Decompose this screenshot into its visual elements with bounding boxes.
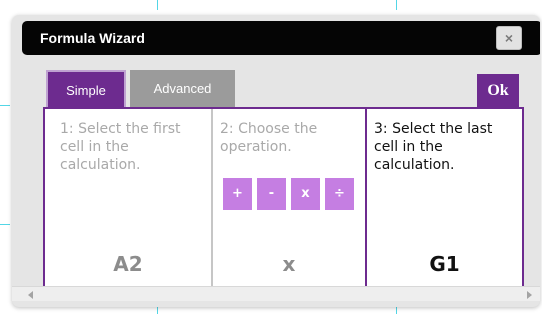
step-instruction: 2: Choose the operation. — [220, 121, 318, 155]
wizard-panel: 1: Select the first cell in the calculat… — [43, 107, 524, 289]
guide-mark — [396, 306, 397, 314]
guide-mark — [0, 224, 10, 225]
dialog-title: Formula Wizard — [40, 30, 145, 46]
tab-simple[interactable]: Simple — [46, 70, 126, 107]
horizontal-scrollbar[interactable] — [12, 286, 540, 301]
step-last-cell[interactable]: 3: Select the last cell in the calculati… — [365, 109, 522, 289]
close-button[interactable]: × — [496, 26, 522, 50]
guide-mark — [0, 105, 10, 106]
operation-value: x — [282, 252, 296, 276]
last-cell-value: G1 — [429, 252, 460, 276]
step-first-cell[interactable]: 1: Select the first cell in the calculat… — [45, 109, 211, 289]
step-instruction: 3: Select the last cell in the calculati… — [374, 121, 493, 173]
step-instruction: 1: Select the first cell in the calculat… — [60, 121, 181, 173]
first-cell-value: A2 — [113, 252, 143, 276]
scroll-left-icon[interactable] — [28, 291, 33, 299]
scroll-right-icon[interactable] — [527, 291, 532, 299]
divide-button[interactable]: ÷ — [324, 177, 355, 211]
guide-mark — [157, 0, 158, 10]
multiply-button[interactable]: x — [290, 177, 321, 211]
plus-button[interactable]: + — [222, 177, 253, 211]
guide-mark — [396, 0, 397, 10]
minus-button[interactable]: - — [256, 177, 287, 211]
formula-wizard-dialog: Formula Wizard × Simple Advanced Ok 1: S… — [12, 15, 540, 307]
guide-mark — [157, 306, 158, 314]
ok-button[interactable]: Ok — [477, 74, 519, 107]
tab-advanced[interactable]: Advanced — [130, 70, 235, 107]
step-operation: 2: Choose the operation. + - x ÷ x — [211, 109, 365, 289]
operation-buttons: + - x ÷ — [222, 177, 356, 211]
dialog-titlebar: Formula Wizard × — [22, 21, 540, 55]
